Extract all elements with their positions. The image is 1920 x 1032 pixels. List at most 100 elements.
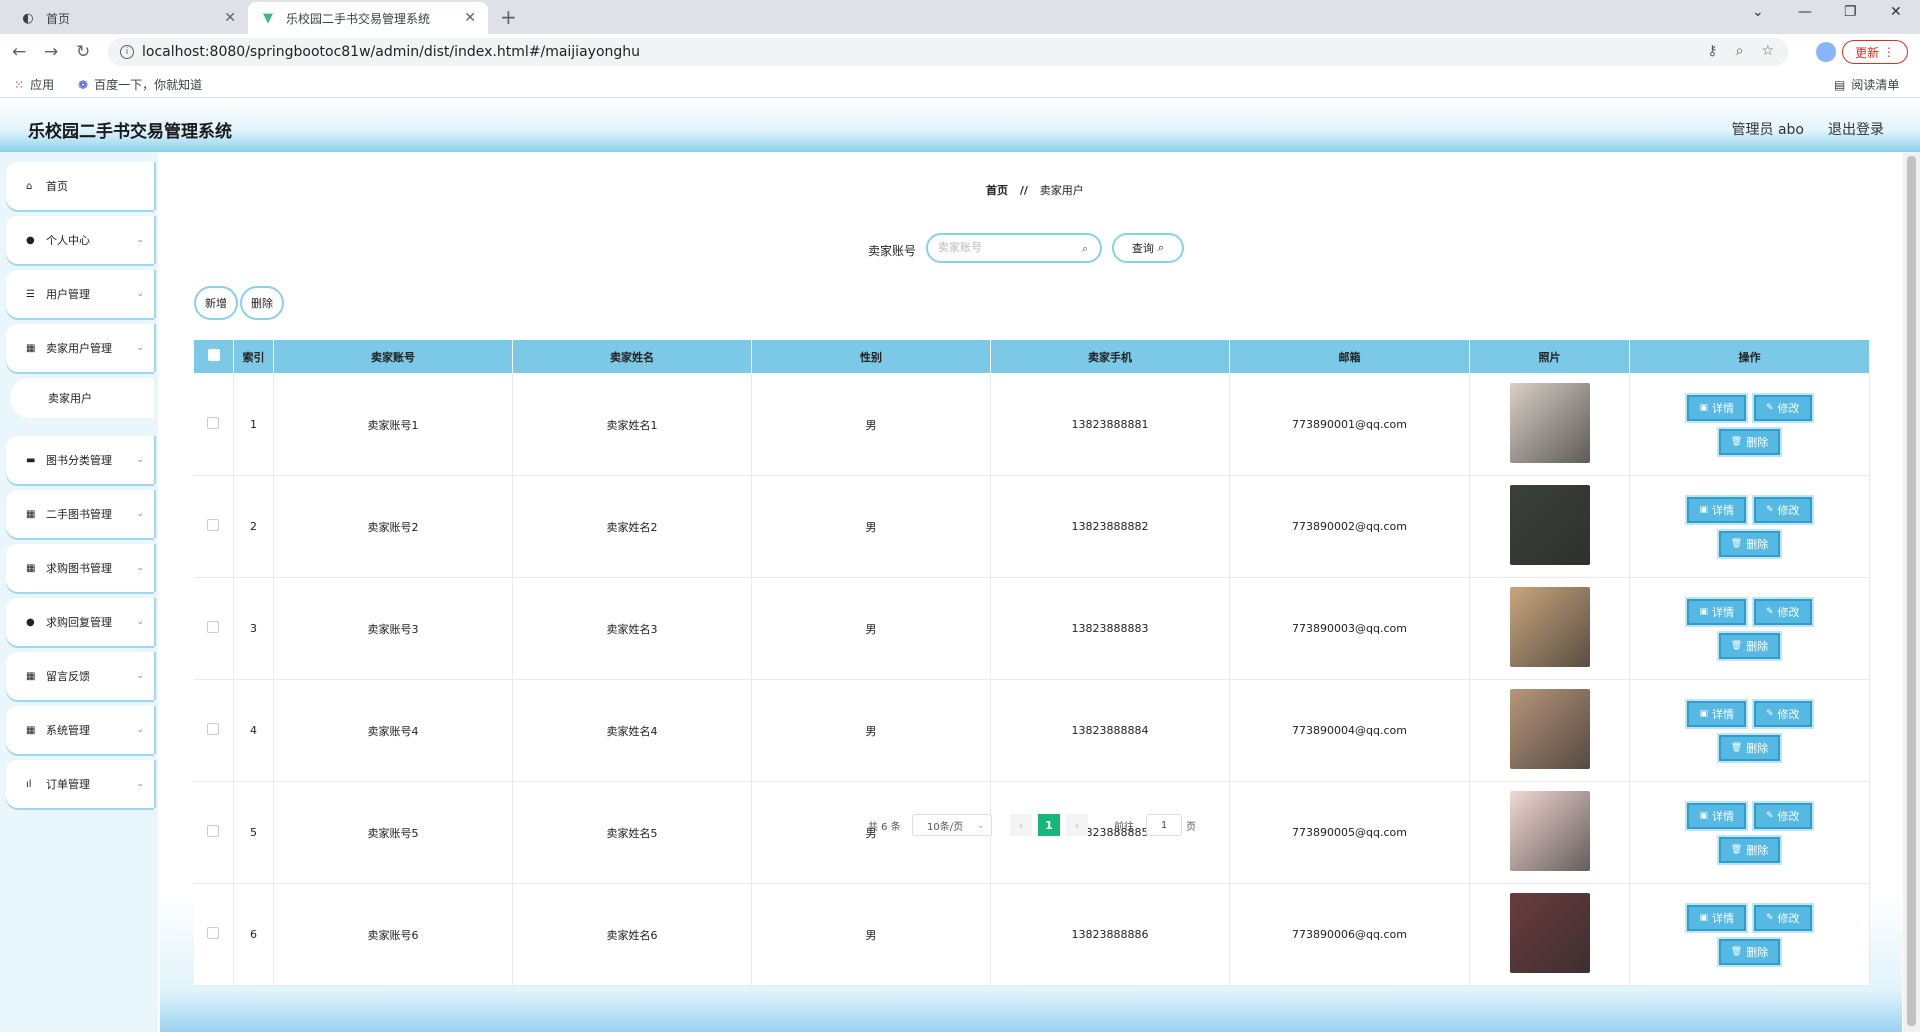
edit-button[interactable]: ✎ 修改 — [1753, 394, 1812, 421]
breadcrumb-home[interactable]: 首页 — [986, 184, 1008, 197]
next-page-button[interactable]: › — [1066, 814, 1088, 836]
sidebar-item-home[interactable]: ⌂ 首页 — [6, 162, 154, 210]
site-info-icon[interactable]: i — [120, 45, 134, 59]
sidebar-item-system[interactable]: ▦ 系统管理 ⌄ — [6, 706, 154, 754]
goto-label: 前往 — [1114, 822, 1134, 833]
cell-index: 6 — [233, 883, 274, 986]
browser-tabbar: ◐ 首页 ✕ ▼ 乐校园二手书交易管理系统 ✕ + ⌄ — ❐ ✕ — [0, 0, 1920, 34]
minimize-icon[interactable]: — — [1798, 4, 1812, 20]
seller-photo — [1509, 587, 1590, 667]
select-all-checkbox[interactable] — [207, 349, 220, 361]
admin-name: 管理员 abo — [1731, 122, 1804, 138]
cell-gender: 男 — [751, 373, 991, 476]
zoom-icon[interactable]: ⌕ — [1736, 43, 1744, 59]
close-icon[interactable]: ✕ — [464, 10, 476, 26]
cell-name: 卖家姓名6 — [512, 883, 752, 986]
row-checkbox[interactable] — [207, 417, 220, 429]
column-header: 照片 — [1469, 339, 1630, 374]
forward-icon[interactable]: → — [44, 42, 58, 62]
new-tab-icon[interactable]: + — [500, 5, 517, 29]
edit-button[interactable]: ✎ 修改 — [1753, 700, 1812, 727]
add-button[interactable]: 新增 — [194, 286, 238, 320]
delete-button[interactable]: 🗑 删除 — [1718, 938, 1781, 965]
sidebar-item-orders[interactable]: ıl 订单管理 ⌄ — [6, 760, 154, 808]
edit-icon: ✎ — [1765, 402, 1774, 413]
table-row: 3 卖家账号3 卖家姓名3 男 13823888883 773890003@qq… — [193, 577, 1870, 680]
delete-button[interactable]: 🗑 删除 — [1718, 428, 1781, 455]
bookmark-baidu[interactable]: ❁ 百度一下，你就知道 — [78, 76, 202, 93]
seller-photo — [1509, 689, 1590, 769]
edit-button[interactable]: ✎ 修改 — [1753, 496, 1812, 523]
close-window-icon[interactable]: ✕ — [1890, 4, 1902, 20]
select-all-cell[interactable] — [193, 339, 234, 374]
apps-grid-icon: ⁙ — [14, 77, 25, 92]
sidebar-item-seller-management[interactable]: ▦ 卖家用户管理 ⌄ — [6, 324, 154, 372]
prev-page-button[interactable]: ‹ — [1010, 814, 1032, 836]
sidebar-item-used-books[interactable]: ▦ 二手图书管理 ⌄ — [6, 490, 154, 538]
browser-tab-home[interactable]: ◐ 首页 ✕ — [8, 2, 248, 34]
search-icon: ⌕ — [1082, 242, 1089, 255]
sidebar-item-wanted-books[interactable]: ▦ 求购图书管理 ⌄ — [6, 544, 154, 592]
profile-avatar[interactable] — [1816, 42, 1836, 62]
query-button[interactable]: 查询 ⌕ — [1112, 233, 1184, 263]
sidebar: ⌂ 首页 ● 个人中心 ⌄ ☰ 用户管理 ⌄ ▦ 卖家用户管理 ⌄ 卖家用户 ▬… — [0, 152, 158, 1032]
close-icon[interactable]: ✕ — [224, 10, 236, 26]
update-button[interactable]: 更新 ⋮ — [1842, 40, 1908, 64]
key-icon[interactable]: ⚷ — [1707, 43, 1717, 59]
sidebar-item-wanted-replies[interactable]: ● 求购回复管理 ⌄ — [6, 598, 154, 646]
cell-phone: 13823888886 — [990, 883, 1230, 986]
batch-delete-button[interactable]: 删除 — [240, 286, 284, 320]
breadcrumb: 首页 // 卖家用户 — [986, 182, 1084, 198]
cell-account: 卖家账号6 — [273, 883, 513, 986]
trash-icon: 🗑 — [1730, 946, 1743, 957]
tab-search-icon[interactable]: ⌄ — [1752, 4, 1764, 20]
back-icon[interactable]: ← — [12, 42, 26, 62]
reload-icon[interactable]: ↻ — [76, 42, 90, 62]
breadcrumb-separator: // — [1019, 184, 1028, 197]
logout-link[interactable]: 退出登录 — [1828, 119, 1884, 139]
page-size-select[interactable]: 10条/页 ⌄ — [912, 814, 992, 836]
table-row: 4 卖家账号4 卖家姓名4 男 13823888884 773890004@qq… — [193, 679, 1870, 782]
goto-page-input[interactable] — [1146, 814, 1182, 836]
grid-icon: ▦ — [26, 670, 36, 682]
edit-button[interactable]: ✎ 修改 — [1753, 904, 1812, 931]
row-checkbox[interactable] — [207, 927, 220, 939]
grid-icon: ▦ — [26, 508, 36, 520]
reading-list[interactable]: ▤ 阅读清单 — [1834, 76, 1899, 93]
browser-tab-app[interactable]: ▼ 乐校园二手书交易管理系统 ✕ — [248, 2, 488, 34]
sidebar-item-book-category[interactable]: ▬ 图书分类管理 ⌄ — [6, 436, 154, 484]
restore-icon[interactable]: ❐ — [1844, 4, 1857, 20]
delete-button[interactable]: 🗑 删除 — [1718, 632, 1781, 659]
edit-button[interactable]: ✎ 修改 — [1753, 598, 1812, 625]
vertical-scrollbar[interactable] — [1903, 152, 1920, 1032]
cell-index: 1 — [233, 373, 274, 476]
url-field[interactable]: i localhost:8080/springbootoc81w/admin/d… — [108, 38, 1788, 66]
row-checkbox[interactable] — [207, 519, 220, 531]
star-icon[interactable]: ☆ — [1761, 43, 1774, 59]
page-number-current[interactable]: 1 — [1038, 814, 1060, 836]
row-checkbox[interactable] — [207, 621, 220, 633]
trash-icon: 🗑 — [1730, 844, 1743, 855]
detail-button[interactable]: ▣ 详情 — [1687, 598, 1746, 625]
sidebar-item-users[interactable]: ☰ 用户管理 ⌄ — [6, 270, 154, 318]
cell-gender: 男 — [751, 475, 991, 578]
detail-button[interactable]: ▣ 详情 — [1687, 394, 1746, 421]
sidebar-item-feedback[interactable]: ▦ 留言反馈 ⌄ — [6, 652, 154, 700]
chevron-down-icon: ⌄ — [136, 289, 144, 299]
scrollbar-thumb[interactable] — [1907, 156, 1916, 1026]
delete-button[interactable]: 🗑 删除 — [1718, 734, 1781, 761]
sidebar-item-profile[interactable]: ● 个人中心 ⌄ — [6, 216, 154, 264]
row-checkbox[interactable] — [207, 723, 220, 735]
detail-button[interactable]: ▣ 详情 — [1687, 904, 1746, 931]
detail-button[interactable]: ▣ 详情 — [1687, 700, 1746, 727]
delete-button[interactable]: 🗑 删除 — [1718, 530, 1781, 557]
chevron-down-icon: ⌄ — [136, 509, 144, 519]
delete-button[interactable]: 🗑 删除 — [1718, 836, 1781, 863]
bookmark-apps[interactable]: ⁙ 应用 — [14, 76, 54, 93]
cell-gender: 男 — [751, 679, 991, 782]
pagination-total: 共 6 条 — [868, 822, 901, 833]
detail-button[interactable]: ▣ 详情 — [1687, 496, 1746, 523]
cell-index: 4 — [233, 679, 274, 782]
sidebar-subitem-seller-users[interactable]: 卖家用户 — [10, 378, 154, 418]
seller-account-search-input[interactable] — [926, 233, 1102, 263]
